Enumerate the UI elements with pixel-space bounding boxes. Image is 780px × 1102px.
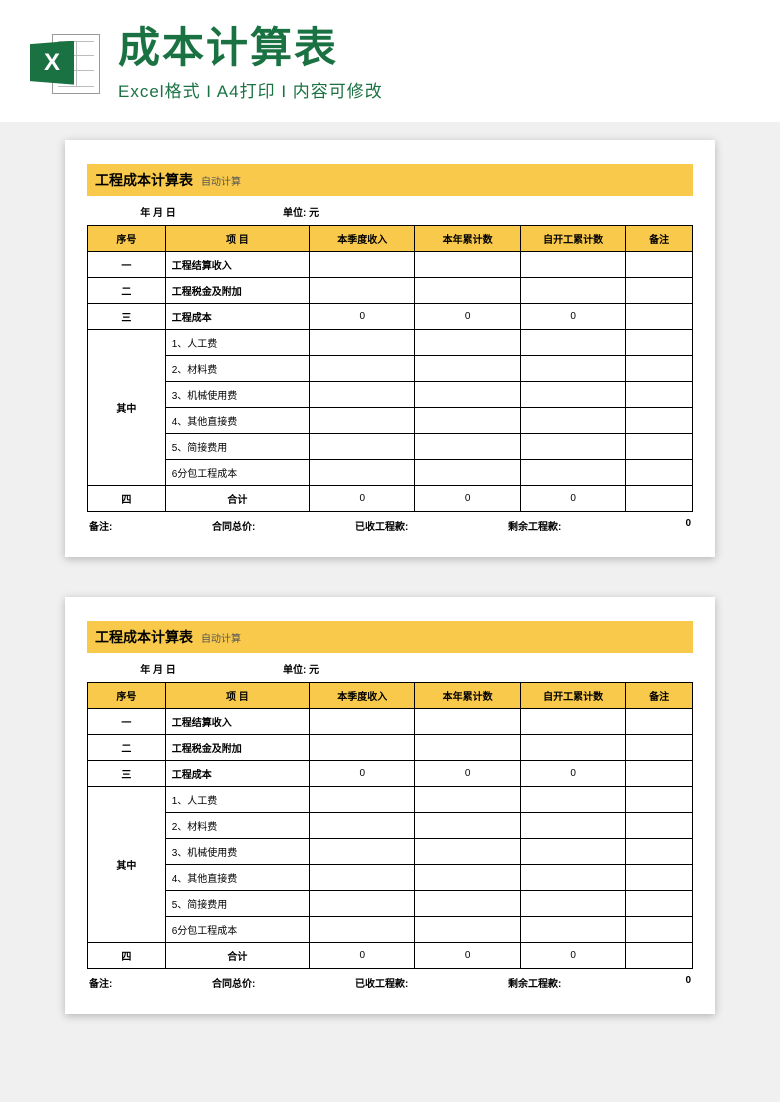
unit-label: 单位: 元 <box>283 204 319 219</box>
footer-remaining-value: 0 <box>661 518 691 533</box>
sheet-page: 工程成本计算表 自动计算 年 月 日 单位: 元 序号 项 目 本季度收入 本年… <box>65 140 715 557</box>
banner-title: 工程成本计算表 <box>95 170 193 190</box>
col-c2: 本年累计数 <box>415 226 520 252</box>
sheet-banner: 工程成本计算表 自动计算 <box>87 164 693 196</box>
col-remark: 备注 <box>626 226 693 252</box>
footer-remark: 备注: <box>89 518 112 533</box>
cost-table: 序号 项 目 本季度收入 本年累计数 自开工累计数 备注 一 工程结算收入 二 … <box>87 225 693 512</box>
col-seq: 序号 <box>88 226 166 252</box>
table-row: 6分包工程成本 <box>88 460 693 486</box>
table-row: 一 工程结算收入 <box>88 252 693 278</box>
footer-contract: 合同总价: <box>212 518 255 533</box>
sheet-page: 工程成本计算表 自动计算 年 月 日 单位: 元 序号 项 目 本季度收入 本年… <box>65 597 715 1014</box>
footer-row: 备注: 合同总价: 已收工程款: 剩余工程款: 0 <box>87 512 693 533</box>
col-c3: 自开工累计数 <box>520 226 625 252</box>
document-preview: 工程成本计算表 自动计算 年 月 日 单位: 元 序号 项 目 本季度收入 本年… <box>65 140 715 1054</box>
table-row: 三 工程成本 0 0 0 <box>88 304 693 330</box>
table-row: 二 工程税金及附加 <box>88 278 693 304</box>
cost-table: 序号 项 目 本季度收入 本年累计数 自开工累计数 备注 一工程结算收入 二工程… <box>87 682 693 969</box>
table-row: 其中 1、人工费 <box>88 330 693 356</box>
table-row: 5、简接费用 <box>88 434 693 460</box>
excel-icon: X <box>30 29 100 99</box>
page-title: 成本计算表 <box>118 25 383 71</box>
footer-received: 已收工程款: <box>355 518 408 533</box>
sheet-banner: 工程成本计算表 自动计算 <box>87 621 693 653</box>
header-text: 成本计算表 Excel格式 I A4打印 I 内容可修改 <box>118 25 383 102</box>
footer-remaining: 剩余工程款: <box>508 522 561 533</box>
page-subtitle: Excel格式 I A4打印 I 内容可修改 <box>118 77 383 102</box>
date-label: 年 月 日 <box>93 204 223 219</box>
table-row: 2、材料费 <box>88 356 693 382</box>
group-label: 其中 <box>88 330 166 486</box>
meta-row: 年 月 日 单位: 元 <box>87 196 693 225</box>
table-row: 3、机械使用费 <box>88 382 693 408</box>
col-item: 项 目 <box>165 226 309 252</box>
table-row: 4、其他直接费 <box>88 408 693 434</box>
banner-subtitle: 自动计算 <box>201 173 241 188</box>
table-header-row: 序号 项 目 本季度收入 本年累计数 自开工累计数 备注 <box>88 226 693 252</box>
table-row-total: 四 合计 0 0 0 <box>88 486 693 512</box>
template-header: X 成本计算表 Excel格式 I A4打印 I 内容可修改 <box>0 0 780 122</box>
col-c1: 本季度收入 <box>310 226 415 252</box>
